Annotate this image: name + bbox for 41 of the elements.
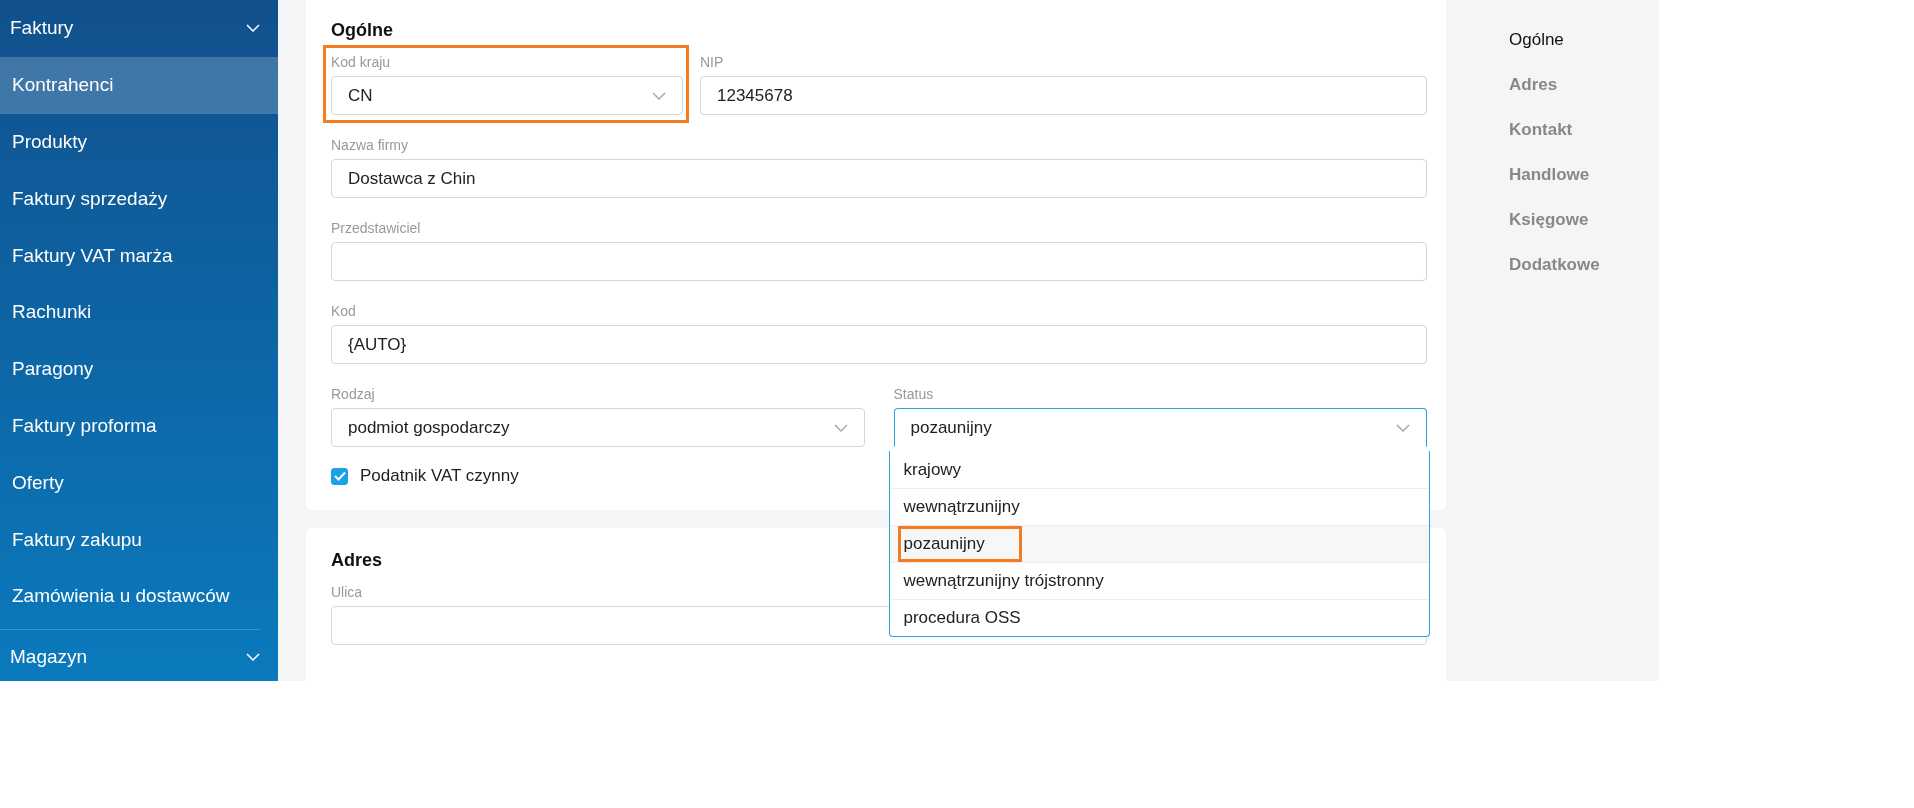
sidebar-group[interactable]: Faktury: [0, 0, 278, 57]
chevron-down-icon: [246, 24, 260, 33]
dropdown-option[interactable]: krajowy: [889, 451, 1429, 488]
select-field[interactable]: CN: [331, 76, 683, 115]
chevron-down-icon: [652, 91, 666, 100]
dropdown-option[interactable]: wewnątrzunijny trójstronny: [889, 562, 1429, 599]
section-title: Adres: [331, 550, 384, 571]
select-field[interactable]: podmiot gospodarczy: [331, 408, 865, 447]
sidebar-item[interactable]: Faktury VAT marża: [0, 227, 278, 284]
checkbox-label: Podatnik VAT czynny: [360, 466, 519, 486]
sidebar-item[interactable]: Zamówienia u dostawców: [0, 567, 278, 625]
field-label: Przedstawiciel: [331, 220, 421, 236]
sidebar-item[interactable]: Kontrahenci: [0, 56, 278, 114]
field-label: Nazwa firmy: [331, 137, 408, 153]
field-label: Rodzaj: [331, 386, 375, 402]
input-field[interactable]: Dostawca z Chin: [331, 159, 1427, 198]
section-title: Ogólne: [331, 20, 394, 41]
sidebar-item[interactable]: Faktury sprzedaży: [0, 170, 278, 228]
field-label: Kod kraju: [331, 54, 391, 70]
sidebar-item[interactable]: Produkty: [0, 113, 278, 171]
sidebar-group[interactable]: Magazyn: [0, 628, 260, 681]
field-label: Status: [893, 386, 934, 402]
section-link[interactable]: Ogólne: [1509, 30, 1659, 50]
chevron-down-icon: [833, 423, 848, 432]
select-field[interactable]: pozaunijny: [893, 408, 1427, 447]
chevron-down-icon: [246, 653, 260, 662]
input-field[interactable]: 12345678: [700, 76, 1427, 115]
field-label: Kod: [331, 303, 356, 319]
field-label: NIP: [700, 54, 724, 70]
sidebar-item[interactable]: Oferty: [0, 454, 278, 512]
field-label: Ulica: [331, 584, 363, 600]
input-field[interactable]: [331, 242, 1427, 281]
sidebar-item[interactable]: Rachunki: [0, 284, 278, 341]
chevron-down-icon: [1396, 423, 1410, 432]
dropdown-option[interactable]: procedura OSS: [889, 599, 1429, 636]
sidebar-item[interactable]: Paragony: [0, 340, 278, 398]
checkbox[interactable]: [331, 467, 348, 485]
dropdown-option[interactable]: pozaunijny: [889, 525, 1429, 562]
input-field[interactable]: {AUTO}: [331, 325, 1427, 364]
sidebar-item[interactable]: Faktury proforma: [0, 397, 278, 455]
sidebar-item[interactable]: Faktury zakupu: [0, 511, 278, 568]
